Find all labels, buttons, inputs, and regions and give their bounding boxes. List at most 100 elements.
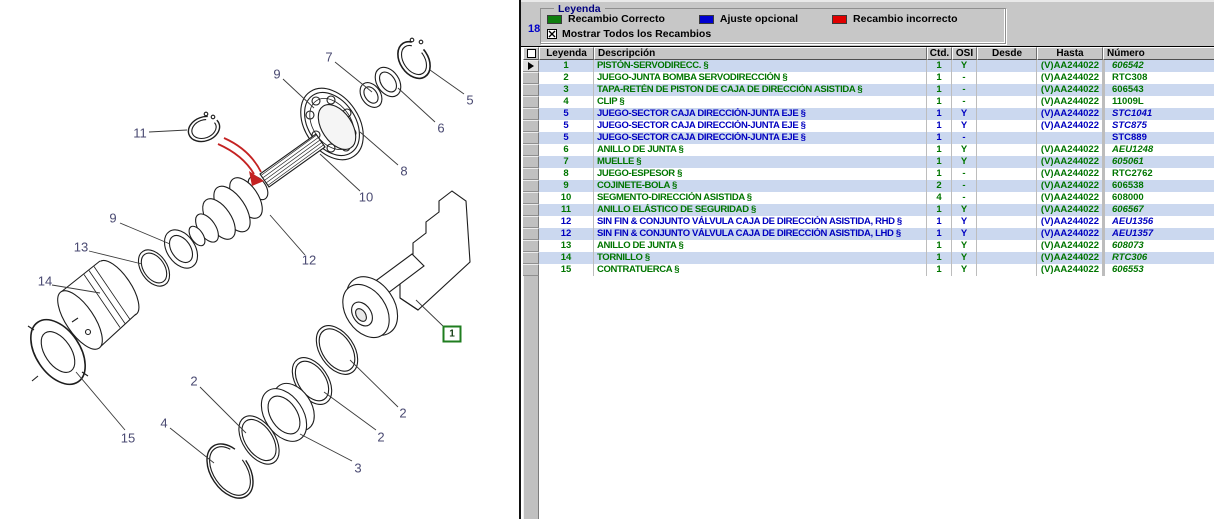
show-all-checkbox[interactable] [547,29,557,39]
callout-label-13[interactable]: 13 [74,240,88,255]
show-all-parts-option[interactable]: Mostrar Todos los Recambios [547,28,711,40]
callout-label-12[interactable]: 12 [302,253,316,268]
cell-ctd: 1 [927,204,952,216]
select-all-cell[interactable] [523,47,539,60]
cell-descripcion: SEGMENTO-DIRECCIÓN ASISTIDA § [594,192,927,204]
cell-desde [977,156,1037,168]
callout-label-11[interactable]: 11 [133,126,147,141]
row-selector[interactable] [523,108,539,120]
callout-label-2[interactable]: 2 [377,430,384,445]
callout-label-9[interactable]: 9 [109,211,116,226]
column-header-descripcin[interactable]: Descripción [594,47,927,60]
column-header-leyenda[interactable]: Leyenda [539,47,594,60]
callout-label-3[interactable]: 3 [354,461,361,476]
cell-hasta: (V)AA244022 [1037,228,1103,240]
cell-hasta: (V)AA244022 [1037,156,1103,168]
callout-label-6[interactable]: 6 [437,121,444,136]
grid-header: LeyendaDescripciónCtd.OSIDesdeHastaNúmer… [523,47,1214,60]
callout-label-10[interactable]: 10 [359,190,373,205]
cell-leyenda: 12 [539,228,594,240]
table-row[interactable]: 5JUEGO-SECTOR CAJA DIRECCIÓN-JUNTA EJE §… [523,108,1214,120]
cell-ctd: 1 [927,132,952,144]
show-all-checkbox-label: Mostrar Todos los Recambios [562,28,711,40]
table-row[interactable]: 5JUEGO-SECTOR CAJA DIRECCIÓN-JUNTA EJE §… [523,132,1214,144]
current-row-selector[interactable] [523,60,539,72]
cell-desde [977,96,1037,108]
table-row[interactable]: 2JUEGO-JUNTA BOMBA SERVODIRECCIÓN §1-(V)… [523,72,1214,84]
table-row[interactable]: 5JUEGO-SECTOR CAJA DIRECCIÓN-JUNTA EJE §… [523,120,1214,132]
table-row[interactable]: 12SIN FIN & CONJUNTO VÁLVULA CAJA DE DIR… [523,228,1214,240]
callout-label-14[interactable]: 14 [38,274,52,289]
cell-hasta: (V)AA244022 [1037,180,1103,192]
table-row[interactable]: 7MUELLE §1Y(V)AA244022605061 [523,156,1214,168]
diagram-highlight-callout[interactable]: 1 [443,326,462,343]
cell-desde [977,132,1037,144]
table-row[interactable]: 13ANILLO DE JUNTA §1Y(V)AA244022608073 [523,240,1214,252]
cell-hasta: (V)AA244022 [1037,204,1103,216]
cell-hasta: (V)AA244022 [1037,216,1103,228]
cell-desde [977,228,1037,240]
cell-numero: RTC306 [1103,252,1214,264]
cell-desde [977,264,1037,276]
table-row[interactable]: 12SIN FIN & CONJUNTO VÁLVULA CAJA DE DIR… [523,216,1214,228]
correct-color-swatch [547,15,562,24]
row-selector[interactable] [523,144,539,156]
callout-label-7[interactable]: 7 [325,50,332,65]
cell-leyenda: 13 [539,240,594,252]
row-selector[interactable] [523,72,539,84]
row-selector[interactable] [523,96,539,108]
cell-leyenda: 6 [539,144,594,156]
row-selector[interactable] [523,240,539,252]
column-header-hasta[interactable]: Hasta [1037,47,1103,60]
cell-hasta: (V)AA244022 [1037,264,1103,276]
cell-osi: Y [952,156,977,168]
callout-label-5[interactable]: 5 [466,93,473,108]
column-header-osi[interactable]: OSI [952,47,977,60]
cell-leyenda: 10 [539,192,594,204]
row-selector[interactable] [523,192,539,204]
row-selector[interactable] [523,180,539,192]
table-row[interactable]: 6ANILLO DE JUNTA §1Y(V)AA244022AEU1248 [523,144,1214,156]
cell-hasta: (V)AA244022 [1037,252,1103,264]
callout-label-2[interactable]: 2 [190,374,197,389]
row-selector[interactable] [523,168,539,180]
table-row[interactable]: 1PISTÓN-SERVODIRECC. §1Y(V)AA24402260654… [523,60,1214,72]
table-row[interactable]: 4CLIP §1-(V)AA24402211009L [523,96,1214,108]
cell-osi: Y [952,144,977,156]
table-row[interactable]: 9COJINETE-BOLA §2-(V)AA244022606538 [523,180,1214,192]
cell-hasta: (V)AA244022 [1037,192,1103,204]
callout-label-2[interactable]: 2 [399,406,406,421]
table-row[interactable]: 14TORNILLO §1Y(V)AA244022RTC306 [523,252,1214,264]
table-row[interactable]: 11ANILLO ELÁSTICO DE SEGURIDAD §1Y(V)AA2… [523,204,1214,216]
parts-catalog-screen: 79115681091312141542223 1 18 Leyenda Rec… [0,0,1214,519]
row-selector[interactable] [523,120,539,132]
column-header-desde[interactable]: Desde [977,47,1037,60]
callout-label-9[interactable]: 9 [273,67,280,82]
callout-label-8[interactable]: 8 [400,164,407,179]
row-selector[interactable] [523,252,539,264]
row-selector[interactable] [523,264,539,276]
row-selector[interactable] [523,216,539,228]
row-selector[interactable] [523,228,539,240]
legend-item-optional: Ajuste opcional [699,13,798,25]
parts-grid: LeyendaDescripciónCtd.OSIDesdeHastaNúmer… [521,46,1214,519]
callout-label-4[interactable]: 4 [160,416,167,431]
table-row[interactable]: 15CONTRATUERCA §1Y(V)AA244022606553 [523,264,1214,276]
table-row[interactable]: 8JUEGO-ESPESOR §1-(V)AA244022RTC2762 [523,168,1214,180]
row-selector[interactable] [523,132,539,144]
row-selector[interactable] [523,204,539,216]
cell-hasta: (V)AA244022 [1037,240,1103,252]
optional-color-swatch [699,15,714,24]
cell-numero: STC1041 [1103,108,1214,120]
cell-leyenda: 5 [539,120,594,132]
table-row[interactable]: 10SEGMENTO-DIRECCIÓN ASISTIDA §4-(V)AA24… [523,192,1214,204]
cell-leyenda: 3 [539,84,594,96]
column-header-nmero[interactable]: Número [1103,47,1214,60]
cell-leyenda: 1 [539,60,594,72]
table-row[interactable]: 3TAPA-RETÉN DE PISTON DE CAJA DE DIRECCI… [523,84,1214,96]
cell-osi: Y [952,228,977,240]
column-header-ctd[interactable]: Ctd. [927,47,952,60]
row-selector[interactable] [523,156,539,168]
row-selector[interactable] [523,84,539,96]
callout-label-15[interactable]: 15 [121,431,135,446]
